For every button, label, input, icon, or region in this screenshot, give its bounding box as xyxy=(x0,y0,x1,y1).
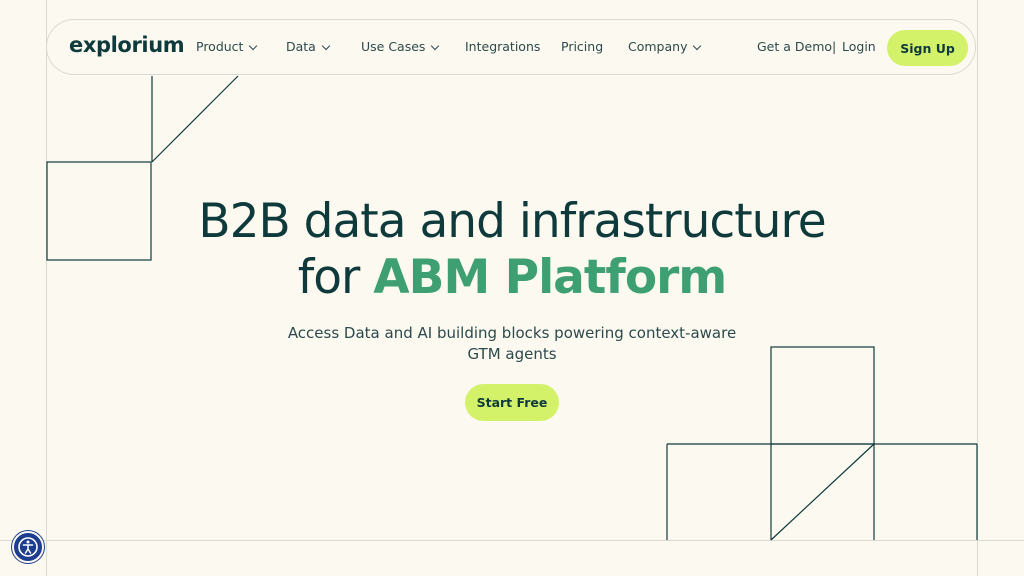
get-a-demo-link[interactable]: Get a Demo xyxy=(757,40,832,54)
chevron-down-icon xyxy=(249,41,258,51)
nav-item-label: Integrations xyxy=(465,39,541,54)
chevron-down-icon xyxy=(321,41,331,51)
nav-item-label: Pricing xyxy=(561,39,604,54)
nav-item-use-cases[interactable]: Use Cases xyxy=(361,39,440,54)
accessibility-widget-button[interactable] xyxy=(12,531,44,563)
start-free-button[interactable]: Start Free xyxy=(465,384,559,421)
nav-item-data[interactable]: Data xyxy=(286,39,331,54)
nav-item-integrations[interactable]: Integrations xyxy=(465,40,540,54)
top-navigation-bar: explorium Product Data Use Cases Integra… xyxy=(46,19,976,75)
chevron-down-icon xyxy=(431,41,440,51)
nav-item-label: Company xyxy=(628,39,688,54)
nav-item-pricing[interactable]: Pricing xyxy=(561,40,603,54)
login-link[interactable]: Login xyxy=(842,40,876,54)
chevron-down-icon xyxy=(693,41,702,51)
accessibility-icon xyxy=(18,537,38,557)
hero-title-line-2: for ABM Platform xyxy=(112,250,912,306)
hero-subtitle-line-1: Access Data and AI building blocks power… xyxy=(287,324,737,342)
nav-item-label: Data xyxy=(286,39,316,54)
nav-item-product[interactable]: Product xyxy=(196,39,258,54)
sign-up-button[interactable]: Sign Up xyxy=(887,30,968,66)
nav-item-company[interactable]: Company xyxy=(628,39,702,54)
hero-title-accent: ABM Platform xyxy=(373,250,727,305)
hero-title-line-1: B2B data and infrastructure xyxy=(198,194,826,249)
nav-item-label: Product xyxy=(196,39,244,54)
hero-title-prefix: for xyxy=(297,250,374,305)
hero-subtitle-line-2: GTM agents xyxy=(467,345,557,363)
nav-separator: | xyxy=(832,39,837,54)
nav-item-label: Use Cases xyxy=(361,39,426,54)
decorative-squares-right xyxy=(666,346,978,541)
explorium-logo[interactable]: explorium xyxy=(69,33,185,57)
